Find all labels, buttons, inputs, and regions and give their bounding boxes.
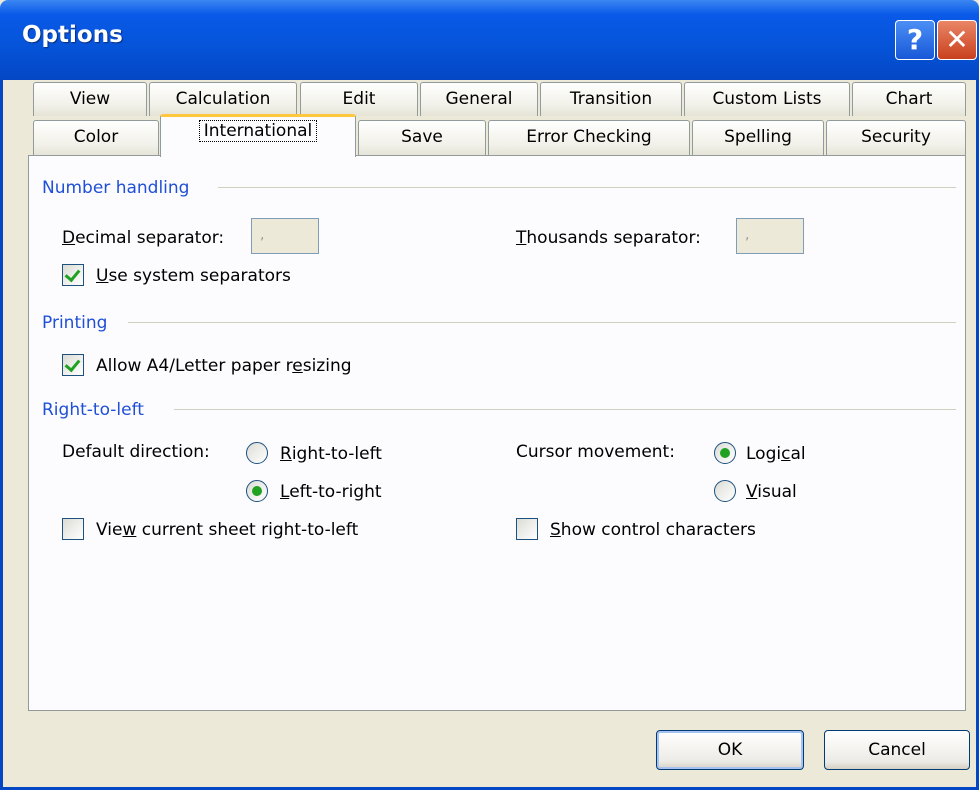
tab-international[interactable]: International [160, 114, 356, 157]
thousands-separator-label: Thousands separator: [516, 228, 701, 248]
tab-security[interactable]: Security [826, 120, 966, 156]
radio-right-to-left[interactable] [246, 442, 268, 464]
window-title: Options [22, 22, 123, 48]
tab-chart[interactable]: Chart [852, 82, 966, 116]
printing-heading: Printing [42, 313, 108, 333]
thousands-separator-input[interactable]: , [736, 218, 804, 254]
decimal-separator-label: Decimal separator: [62, 228, 225, 248]
visual-label[interactable]: Visual [746, 482, 797, 502]
rtl-divider [174, 409, 956, 410]
number-handling-divider [218, 187, 956, 188]
close-button[interactable]: ✕ [937, 20, 977, 60]
tab-calculation[interactable]: Calculation [149, 82, 297, 116]
view-sheet-rtl-label[interactable]: View current sheet right-to-left [96, 520, 358, 540]
number-handling-heading: Number handling [42, 178, 190, 198]
tab-custom-lists[interactable]: Custom Lists [684, 82, 850, 116]
radio-left-to-right[interactable] [246, 480, 268, 502]
allow-paper-resizing-checkbox[interactable] [62, 354, 84, 376]
left-to-right-label[interactable]: Left-to-right [280, 482, 382, 502]
logical-label[interactable]: Logical [746, 444, 806, 464]
decimal-separator-input[interactable]: , [251, 218, 319, 254]
tab-edit[interactable]: Edit [300, 82, 418, 116]
tab-save[interactable]: Save [358, 120, 486, 156]
title-bar[interactable] [0, 0, 979, 80]
help-button[interactable]: ? [895, 20, 935, 60]
cursor-movement-label: Cursor movement: [516, 442, 675, 462]
show-control-characters-checkbox[interactable] [516, 518, 538, 540]
radio-visual[interactable] [714, 480, 736, 502]
tab-view[interactable]: View [33, 82, 147, 116]
tab-color[interactable]: Color [33, 120, 159, 156]
rtl-heading: Right-to-left [42, 400, 144, 420]
tab-international-label: International [198, 120, 318, 142]
cancel-button[interactable]: Cancel [824, 730, 970, 770]
tab-transition[interactable]: Transition [540, 82, 682, 116]
default-direction-label: Default direction: [62, 442, 210, 462]
tab-error-checking[interactable]: Error Checking [488, 120, 690, 156]
use-system-separators-label[interactable]: Use system separators [96, 266, 291, 286]
allow-paper-resizing-label[interactable]: Allow A4/Letter paper resizing [96, 356, 352, 376]
show-control-characters-label[interactable]: Show control characters [550, 520, 756, 540]
view-sheet-rtl-checkbox[interactable] [62, 518, 84, 540]
tab-spelling[interactable]: Spelling [692, 120, 824, 156]
right-to-left-label[interactable]: Right-to-left [280, 444, 382, 464]
printing-divider [128, 322, 956, 323]
radio-logical[interactable] [714, 442, 736, 464]
tab-general[interactable]: General [420, 82, 538, 116]
use-system-separators-checkbox[interactable] [62, 264, 84, 286]
ok-button[interactable]: OK [656, 730, 804, 770]
